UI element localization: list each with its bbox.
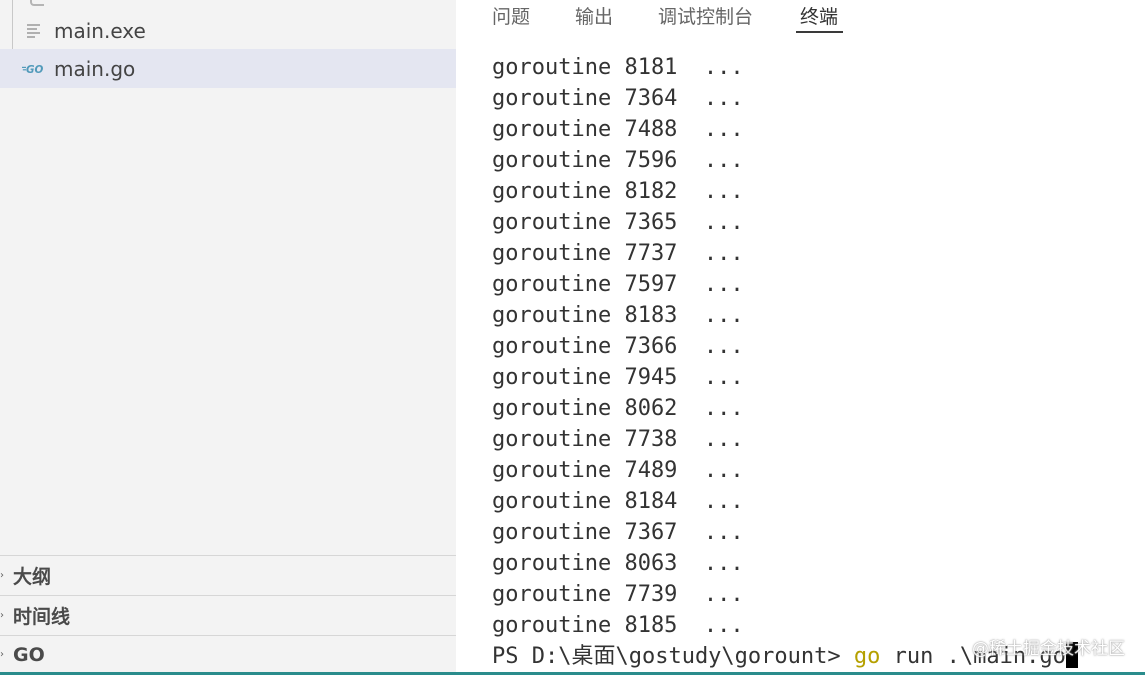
outline-section[interactable]: › 大纲 (0, 555, 456, 595)
tab-terminal[interactable]: 终端 (800, 2, 838, 29)
terminal-line: goroutine 8062 ... (492, 396, 744, 421)
chevron-right-icon: › (0, 610, 4, 621)
prompt-command: go (853, 644, 881, 669)
terminal-line: goroutine 7365 ... (492, 210, 744, 235)
terminal-line: goroutine 7366 ... (492, 334, 744, 359)
terminal-line: goroutine 7488 ... (492, 117, 744, 142)
terminal-line: goroutine 8182 ... (492, 179, 744, 204)
go-section[interactable]: › GO (0, 635, 456, 673)
terminal-line: goroutine 7597 ... (492, 272, 744, 297)
section-label: GO (13, 643, 45, 666)
terminal-line: goroutine 7737 ... (492, 241, 744, 266)
file-item-main-go[interactable]: GO main.go (0, 49, 456, 88)
terminal-line: goroutine 7364 ... (492, 86, 744, 111)
terminal-line: goroutine 8183 ... (492, 303, 744, 328)
section-label: 时间线 (13, 606, 71, 628)
chevron-right-icon: › (0, 649, 4, 660)
terminal-output[interactable]: goroutine 8181 ... goroutine 7364 ... go… (492, 52, 1132, 641)
chevron-right-icon: › (0, 570, 4, 581)
active-tab-indicator (796, 31, 843, 33)
prompt-path: PS D:\桌面\gostudy\gorount> (492, 644, 854, 669)
tree-connector (30, 0, 44, 6)
watermark: @稀土掘金技术社区 (972, 639, 1125, 659)
file-item-main-exe[interactable]: main.exe (0, 11, 456, 50)
section-label: 大纲 (13, 566, 52, 588)
file-name: main.exe (54, 18, 146, 43)
panel-tabs: 问题 输出 调试控制台 终端 (456, 0, 1145, 40)
go-file-icon: GO (22, 57, 46, 81)
terminal-line: goroutine 8063 ... (492, 551, 744, 576)
timeline-section[interactable]: › 时间线 (0, 595, 456, 635)
explorer-sidebar: main.exe GO main.go › 大纲 › 时间线 › GO (0, 0, 456, 675)
go-icon-text: GO (26, 64, 44, 76)
terminal-line: goroutine 7596 ... (492, 148, 744, 173)
terminal-line: goroutine 7945 ... (492, 365, 744, 390)
tab-problems[interactable]: 问题 (492, 2, 530, 29)
terminal-line: goroutine 7489 ... (492, 458, 744, 483)
tab-debug-console[interactable]: 调试控制台 (658, 2, 753, 29)
text-file-icon (22, 19, 46, 43)
file-name: main.go (54, 56, 136, 81)
terminal-line: goroutine 7739 ... (492, 582, 744, 607)
terminal-line: goroutine 8181 ... (492, 55, 744, 80)
terminal-line: goroutine 8184 ... (492, 489, 744, 514)
tab-output[interactable]: 输出 (575, 2, 613, 29)
terminal-line: goroutine 7367 ... (492, 520, 744, 545)
terminal-line: goroutine 7738 ... (492, 427, 744, 452)
